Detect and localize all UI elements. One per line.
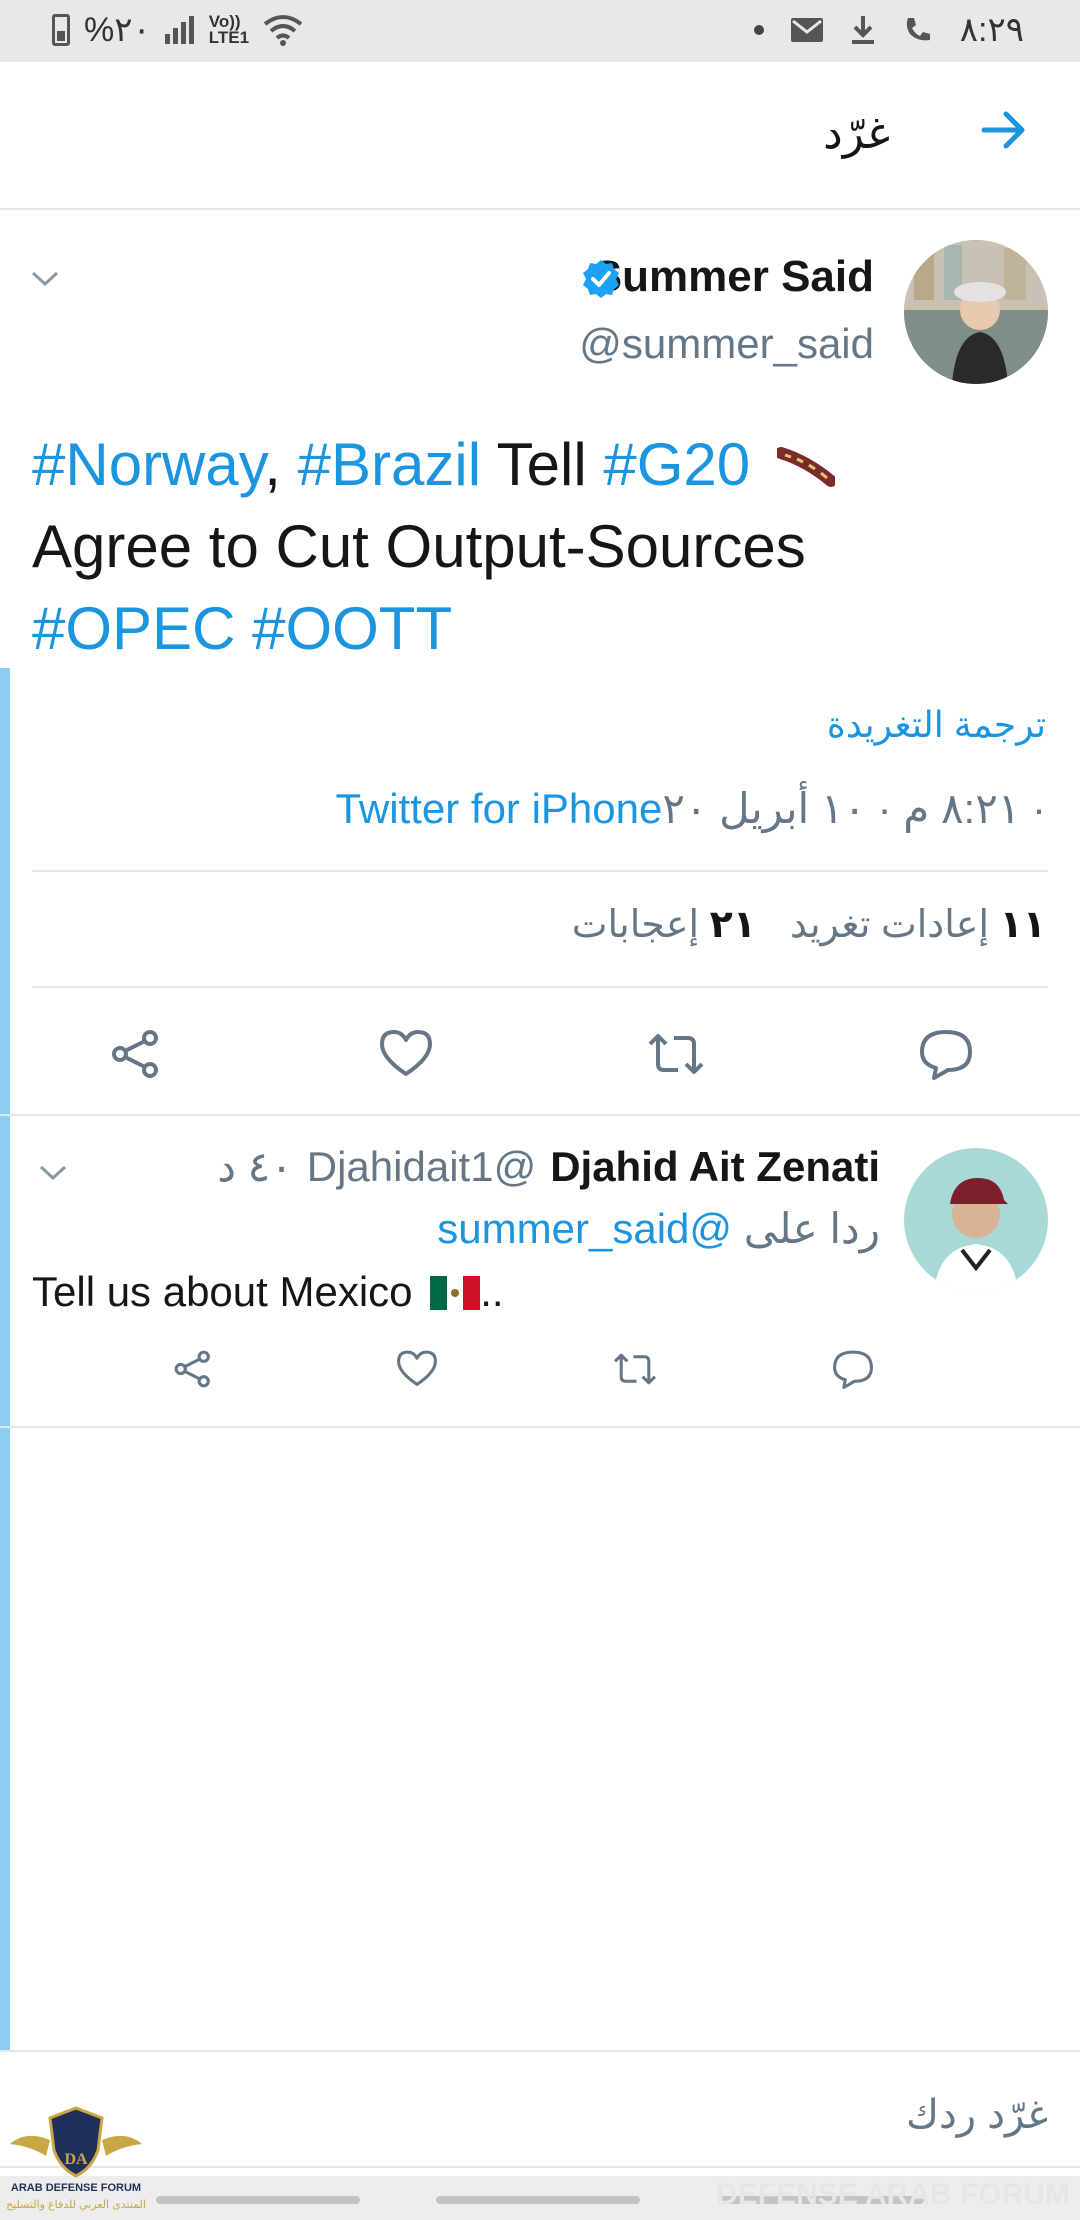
- forum-logo: DA ARAB DEFENSE FORUM المنتدى العربي للد…: [6, 2100, 146, 2218]
- reply-icon[interactable]: [916, 1024, 976, 1084]
- lte-indicator: Vo)) LTE1: [208, 12, 250, 47]
- tweet-actions: [0, 1024, 1080, 1114]
- mail-icon: [790, 18, 823, 42]
- g20-emoji-icon: [774, 447, 837, 487]
- author-name[interactable]: Summer Said: [593, 252, 874, 302]
- status-bar: %٢٠ Vo)) LTE1 ٨:٢٩: [0, 0, 1080, 62]
- translate-tweet-link[interactable]: ترجمة التغريدة: [827, 704, 1046, 746]
- reply-header: Djahid Ait Zenati @Djahidait1 ٤٠ د: [217, 1142, 880, 1191]
- divider: [32, 870, 1048, 872]
- reply-compose-bar[interactable]: غرّد ردك: [0, 2050, 1080, 2170]
- tweet-stats: ١١ إعادات تغريد ٢١ إعجابات: [572, 902, 1046, 947]
- reply-input-placeholder[interactable]: غرّد ردك: [906, 2092, 1048, 2138]
- hashtag-link[interactable]: #Brazil: [298, 431, 481, 498]
- forum-logo-title: ARAB DEFENSE FORUM: [10, 2182, 142, 2194]
- watermark-text: DEFENSE ARAB FORUM: [716, 2178, 1070, 2211]
- page-title: غرّد: [823, 109, 890, 158]
- hashtag-link[interactable]: #Norway: [32, 431, 264, 498]
- signal-icon: [164, 16, 195, 44]
- divider: [32, 986, 1048, 988]
- download-icon: [851, 16, 874, 44]
- divider: [0, 1426, 1080, 1428]
- chevron-down-icon[interactable]: [38, 1162, 68, 1184]
- avatar[interactable]: [904, 240, 1048, 384]
- back-arrow-icon[interactable]: [976, 102, 1032, 158]
- likes-stat[interactable]: ٢١ إعجابات: [572, 902, 756, 947]
- svg-text:DA: DA: [64, 2151, 88, 2168]
- retweets-stat[interactable]: ١١ إعادات تغريد: [790, 902, 1046, 947]
- nav-home-handle[interactable]: [436, 2196, 640, 2204]
- replying-to-handle[interactable]: @summer_said: [437, 1205, 732, 1252]
- chevron-down-icon[interactable]: [30, 268, 60, 290]
- mexico-flag-icon: [430, 1276, 481, 1310]
- tweet-meta: Twitter for iPhone٨:٢١ م · ١٠ أبريل ٢٠ ·: [336, 784, 1046, 833]
- clock: ٨:٢٩: [959, 11, 1024, 49]
- forum-logo-subtitle: المنتدى العربي للدفاع والتسليح: [6, 2199, 146, 2211]
- like-heart-icon[interactable]: [376, 1024, 436, 1084]
- verified-badge-icon: [583, 260, 619, 298]
- retweet-icon[interactable]: [612, 1346, 658, 1392]
- retweet-icon[interactable]: [646, 1024, 706, 1084]
- reply-icon[interactable]: [830, 1346, 876, 1392]
- reply-text: Tell us about Mexico ..: [32, 1268, 504, 1315]
- hashtag-link[interactable]: #OPEC #OOTT: [32, 595, 452, 662]
- tweet-text: #Norway, #Brazil Tell #G20 Agree to Cut …: [32, 424, 1042, 670]
- share-icon[interactable]: [170, 1346, 216, 1392]
- battery-icon: [52, 14, 70, 46]
- call-icon: [906, 18, 930, 41]
- avatar[interactable]: [904, 1148, 1048, 1292]
- like-heart-icon[interactable]: [394, 1346, 440, 1392]
- app-header: غرّد: [0, 62, 1080, 210]
- tweet-timestamp: ٨:٢١ م · ١٠ أبريل ٢٠ ·: [662, 785, 1046, 832]
- wifi-icon: [263, 15, 303, 46]
- battery-percent: %٢٠: [84, 11, 151, 49]
- notification-dot-icon: [753, 25, 764, 35]
- divider: [0, 2166, 1080, 2168]
- reply-time: ٤٠ د: [217, 1143, 293, 1190]
- nav-back-handle[interactable]: [156, 2196, 360, 2204]
- reply-author-name[interactable]: Djahid Ait Zenati: [550, 1143, 880, 1191]
- share-icon[interactable]: [106, 1024, 166, 1084]
- divider: [0, 1114, 1080, 1116]
- tweet-source-link[interactable]: Twitter for iPhone: [336, 785, 663, 832]
- author-handle[interactable]: @summer_said: [579, 320, 874, 368]
- hashtag-link[interactable]: #G20: [603, 431, 750, 498]
- replying-to: ردا على @summer_said: [437, 1205, 880, 1252]
- reply-author-handle[interactable]: @Djahidait1: [307, 1143, 536, 1191]
- reply-actions: [0, 1346, 1080, 1436]
